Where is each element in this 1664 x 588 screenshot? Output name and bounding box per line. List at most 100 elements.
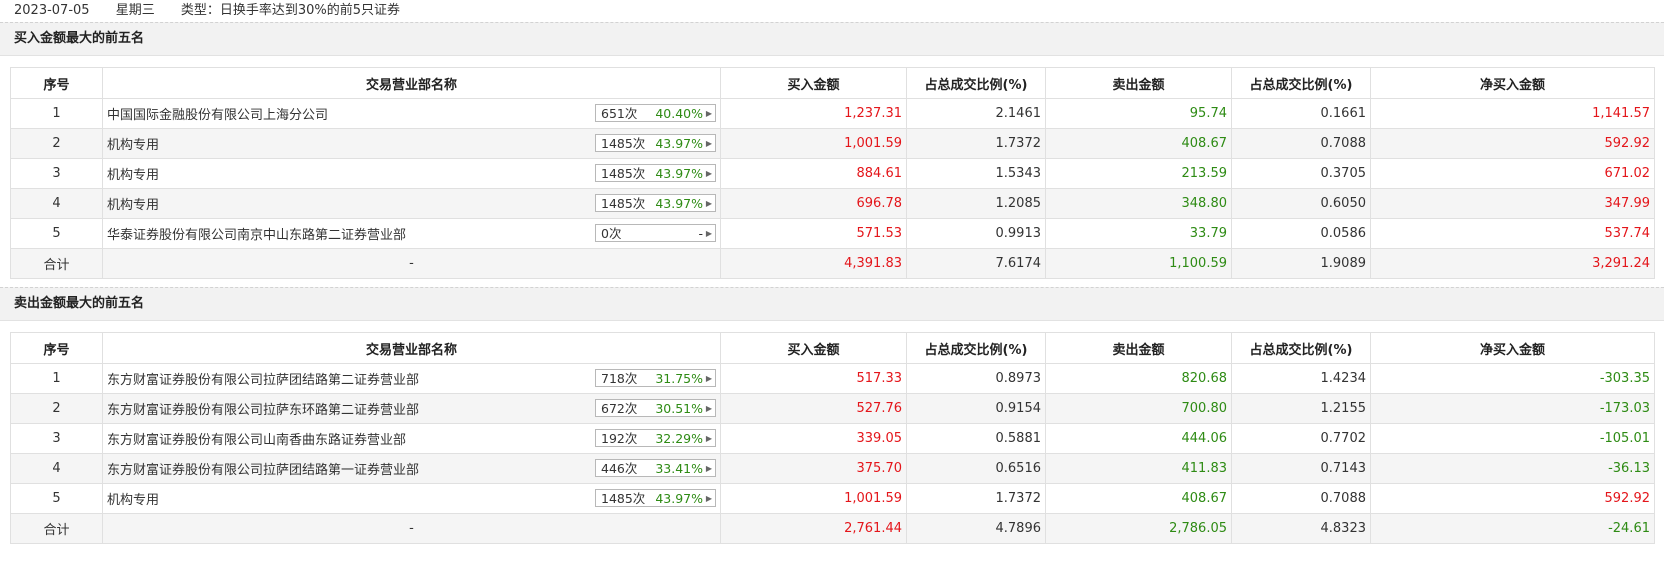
branch-name-link[interactable]: 机构专用 [107,493,159,508]
branch-cell: 机构专用 1485次 43.97% ▶ [102,483,721,514]
net-buy-amount: 592.92 [1370,128,1655,159]
weekday: 星期三 [115,3,155,18]
table-row: 3 东方财富证券股份有限公司山南香曲东路证券营业部 192次 32.29% ▶ 339.0… [10,423,1655,454]
col-buy-ratio: 占总成交比例(%) [906,332,1046,364]
net-buy-amount: -303.35 [1370,363,1655,394]
total-label: 合计 [10,513,103,544]
branch-name-link[interactable]: 中国国际金融股份有限公司上海分公司 [107,108,328,123]
branch-name-link[interactable]: 机构专用 [107,138,159,153]
col-buy-ratio: 占总成交比例(%) [906,67,1046,99]
buy-ratio: 0.9913 [906,218,1046,249]
row-seq: 1 [10,98,103,129]
branch-stats-button[interactable]: 192次 32.29% ▶ [595,429,716,447]
list-count: 0次 [601,226,622,241]
caret-right-icon: ▶ [705,169,712,178]
total-buy-ratio: 4.7896 [906,513,1046,544]
buy-ratio: 0.6516 [906,453,1046,484]
buy-amount: 339.05 [720,423,907,454]
sell-ratio: 0.1661 [1231,98,1371,129]
row-seq: 4 [10,453,103,484]
branch-cell: 中国国际金融股份有限公司上海分公司 651次 40.40% ▶ [102,98,721,129]
list-count: 446次 [601,461,638,476]
col-sell-ratio: 占总成交比例(%) [1231,67,1371,99]
caret-right-icon: ▶ [705,139,712,148]
branch-cell: 东方财富证券股份有限公司拉萨东环路第二证券营业部 672次 30.51% ▶ [102,393,721,424]
table-header-row: 序号 交易营业部名称 买入金额 占总成交比例(%) 卖出金额 占总成交比例(%)… [10,332,1655,364]
buy-amount: 517.33 [720,363,907,394]
buy-amount: 696.78 [720,188,907,219]
branch-cell: 东方财富证券股份有限公司山南香曲东路证券营业部 192次 32.29% ▶ [102,423,721,454]
branch-stats-button[interactable]: 446次 33.41% ▶ [595,459,716,477]
branch-cell: 机构专用 1485次 43.97% ▶ [102,128,721,159]
caret-right-icon: ▶ [705,109,712,118]
sell-ratio: 0.6050 [1231,188,1371,219]
branch-stats-button[interactable]: 1485次 43.97% ▶ [595,164,716,182]
total-net-buy: 3,291.24 [1370,248,1655,279]
branch-stats-button[interactable]: 0次 - ▶ [595,224,716,242]
branch-stats-button[interactable]: 672次 30.51% ▶ [595,399,716,417]
branch-cell: 华泰证券股份有限公司南京中山东路第二证券营业部 0次 - ▶ [102,218,721,249]
table-row: 5 机构专用 1485次 43.97% ▶ 1,001.59 1.7372 408.67 0.7… [10,483,1655,514]
branch-cell: 机构专用 1485次 43.97% ▶ [102,188,721,219]
buy-ratio: 0.5881 [906,423,1046,454]
row-seq: 4 [10,188,103,219]
row-seq: 2 [10,128,103,159]
top-info-bar: 2023-07-05 星期三 类型：日换手率达到30%的前5只证券 [0,0,1664,22]
success-rate: 32.29% [655,431,703,446]
total-sell-ratio: 4.8323 [1231,513,1371,544]
branch-name-link[interactable]: 东方财富证券股份有限公司拉萨团结路第一证券营业部 [107,463,419,478]
total-label: 合计 [10,248,103,279]
total-buy-ratio: 7.6174 [906,248,1046,279]
success-rate: 33.41% [655,461,703,476]
total-sell-amount: 1,100.59 [1045,248,1232,279]
branch-name-link[interactable]: 华泰证券股份有限公司南京中山东路第二证券营业部 [107,228,406,243]
branch-cell: 东方财富证券股份有限公司拉萨团结路第一证券营业部 446次 33.41% ▶ [102,453,721,484]
success-rate: 40.40% [655,106,703,121]
buy-ratio: 0.9154 [906,393,1046,424]
sell-amount: 411.83 [1045,453,1232,484]
row-seq: 5 [10,483,103,514]
buy-amount: 375.70 [720,453,907,484]
col-sell-amount: 卖出金额 [1045,332,1232,364]
success-rate: 43.97% [655,136,703,151]
total-net-buy: -24.61 [1370,513,1655,544]
buy-ratio: 2.1461 [906,98,1046,129]
branch-stats-button[interactable]: 651次 40.40% ▶ [595,104,716,122]
net-buy-amount: 1,141.57 [1370,98,1655,129]
branch-name-link[interactable]: 机构专用 [107,168,159,183]
col-net-buy: 净买入金额 [1370,67,1655,99]
branch-stats-button[interactable]: 1485次 43.97% ▶ [595,134,716,152]
branch-name-link[interactable]: 东方财富证券股份有限公司拉萨团结路第二证券营业部 [107,373,419,388]
branch-name-link[interactable]: 机构专用 [107,198,159,213]
success-rate: 43.97% [655,166,703,181]
buy-amount: 1,001.59 [720,483,907,514]
buy-amount: 1,001.59 [720,128,907,159]
row-seq: 1 [10,363,103,394]
table-row: 5 华泰证券股份有限公司南京中山东路第二证券营业部 0次 - ▶ 571.53 0.9913… [10,218,1655,249]
branch-stats-button[interactable]: 718次 31.75% ▶ [595,369,716,387]
branch-name-link[interactable]: 东方财富证券股份有限公司山南香曲东路证券营业部 [107,433,406,448]
branch-stats-button[interactable]: 1485次 43.97% ▶ [595,489,716,507]
buy-ratio: 1.7372 [906,483,1046,514]
sell-ratio: 0.7088 [1231,483,1371,514]
branch-name-link[interactable]: 东方财富证券股份有限公司拉萨东环路第二证券营业部 [107,403,419,418]
sell-ratio: 0.7702 [1231,423,1371,454]
success-rate: 30.51% [655,401,703,416]
sell-amount: 95.74 [1045,98,1232,129]
col-branch-name: 交易营业部名称 [102,332,721,364]
total-name: - [102,513,721,544]
total-name: - [102,248,721,279]
branch-stats-button[interactable]: 1485次 43.97% ▶ [595,194,716,212]
sell-amount: 348.80 [1045,188,1232,219]
success-rate: 43.97% [655,196,703,211]
list-count: 1485次 [601,166,646,181]
col-buy-amount: 买入金额 [720,332,907,364]
caret-right-icon: ▶ [705,434,712,443]
net-buy-amount: -173.03 [1370,393,1655,424]
table-row: 2 东方财富证券股份有限公司拉萨东环路第二证券营业部 672次 30.51% ▶ 527.… [10,393,1655,424]
list-count: 1485次 [601,196,646,211]
table-row: 4 机构专用 1485次 43.97% ▶ 696.78 1.2085 348.80 0.605… [10,188,1655,219]
buy-amount: 884.61 [720,158,907,189]
sell-amount: 408.67 [1045,128,1232,159]
buy-amount: 571.53 [720,218,907,249]
